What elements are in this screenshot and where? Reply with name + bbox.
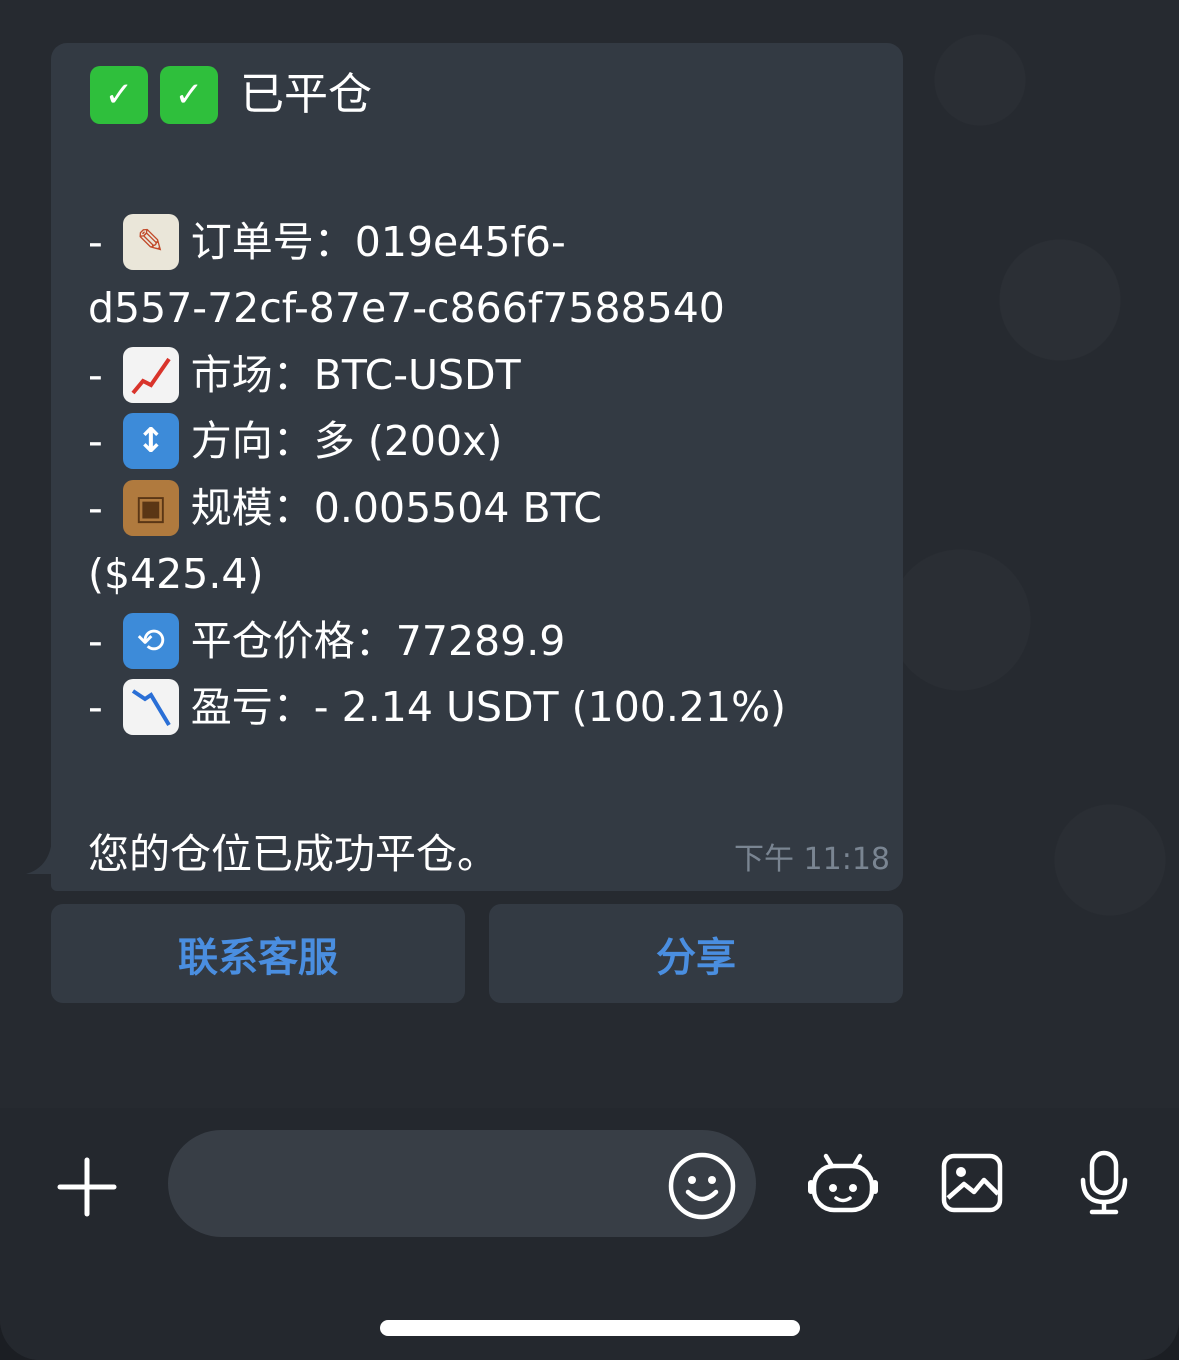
check-mark-icon: ✓: [90, 66, 148, 125]
message-text: ✓ ✓ 已平仓 - ✎ 订单号： 019e45f6- d557-72cf-87e…: [88, 62, 878, 887]
memo-icon: ✎: [122, 213, 179, 270]
check-mark-icon: ✓: [160, 66, 218, 125]
title-line: ✓ ✓ 已平仓: [88, 62, 878, 129]
contact-support-button[interactable]: 联系客服: [51, 904, 465, 1003]
direction-line: - ↕ 方向： 多 (200x): [88, 408, 878, 475]
chart-increasing-icon: [122, 346, 179, 403]
market-line: - 市场： BTC-USDT: [88, 342, 878, 409]
size-line-cont: ($425.4): [88, 541, 878, 608]
close-price-label: 平仓价格：: [190, 616, 396, 665]
pnl-line: - 盈亏： - 2.14 USDT (100.21%): [88, 674, 878, 741]
image-icon[interactable]: [940, 1152, 1004, 1214]
size-label: 规模：: [190, 483, 314, 532]
share-button[interactable]: 分享: [489, 904, 903, 1003]
close-price-value: 77289.9: [395, 616, 566, 665]
size-value: 0.005504 BTC: [313, 483, 602, 532]
market-value: BTC-USDT: [313, 350, 521, 399]
direction-value: 多 (200x): [313, 417, 503, 465]
size-value-usd: ($425.4): [88, 550, 264, 598]
order-value-1: 019e45f6-: [354, 217, 566, 266]
message-timestamp: 下午 11:18: [734, 842, 890, 877]
close-price-line: - ⟲ 平仓价格： 77289.9: [88, 608, 878, 675]
footer-text: 您的仓位已成功平仓。: [88, 829, 498, 878]
order-label: 订单号：: [190, 217, 355, 266]
bot-icon[interactable]: [806, 1150, 880, 1216]
chat-area: ✓ ✓ 已平仓 - ✎ 订单号： 019e45f6- d557-72cf-87e…: [0, 0, 1179, 1108]
order-line: - ✎ 订单号： 019e45f6-: [88, 209, 878, 276]
order-line-cont: d557-72cf-87e7-c866f7588540: [88, 275, 878, 342]
order-value-2: d557-72cf-87e7-c866f7588540: [88, 284, 725, 332]
message-title: 已平仓: [240, 69, 372, 120]
size-line: - ▣ 规模： 0.005504 BTC: [88, 475, 878, 542]
market-label: 市场：: [190, 350, 314, 399]
chart-decreasing-icon: [122, 679, 179, 736]
up-down-arrow-icon: ↕: [122, 413, 179, 470]
pnl-label: 盈亏：: [190, 683, 314, 731]
home-indicator: [380, 1320, 800, 1336]
microphone-icon[interactable]: [1078, 1150, 1130, 1216]
attach-plus-icon[interactable]: [56, 1156, 118, 1218]
direction-label: 方向：: [190, 417, 314, 465]
pnl-value: - 2.14 USDT (100.21%): [313, 683, 787, 731]
repeat-icon: ⟲: [122, 612, 179, 669]
package-icon: ▣: [122, 479, 179, 536]
emoji-icon[interactable]: [666, 1150, 738, 1222]
chat-screen: ✓ ✓ 已平仓 - ✎ 订单号： 019e45f6- d557-72cf-87e…: [0, 0, 1179, 1360]
